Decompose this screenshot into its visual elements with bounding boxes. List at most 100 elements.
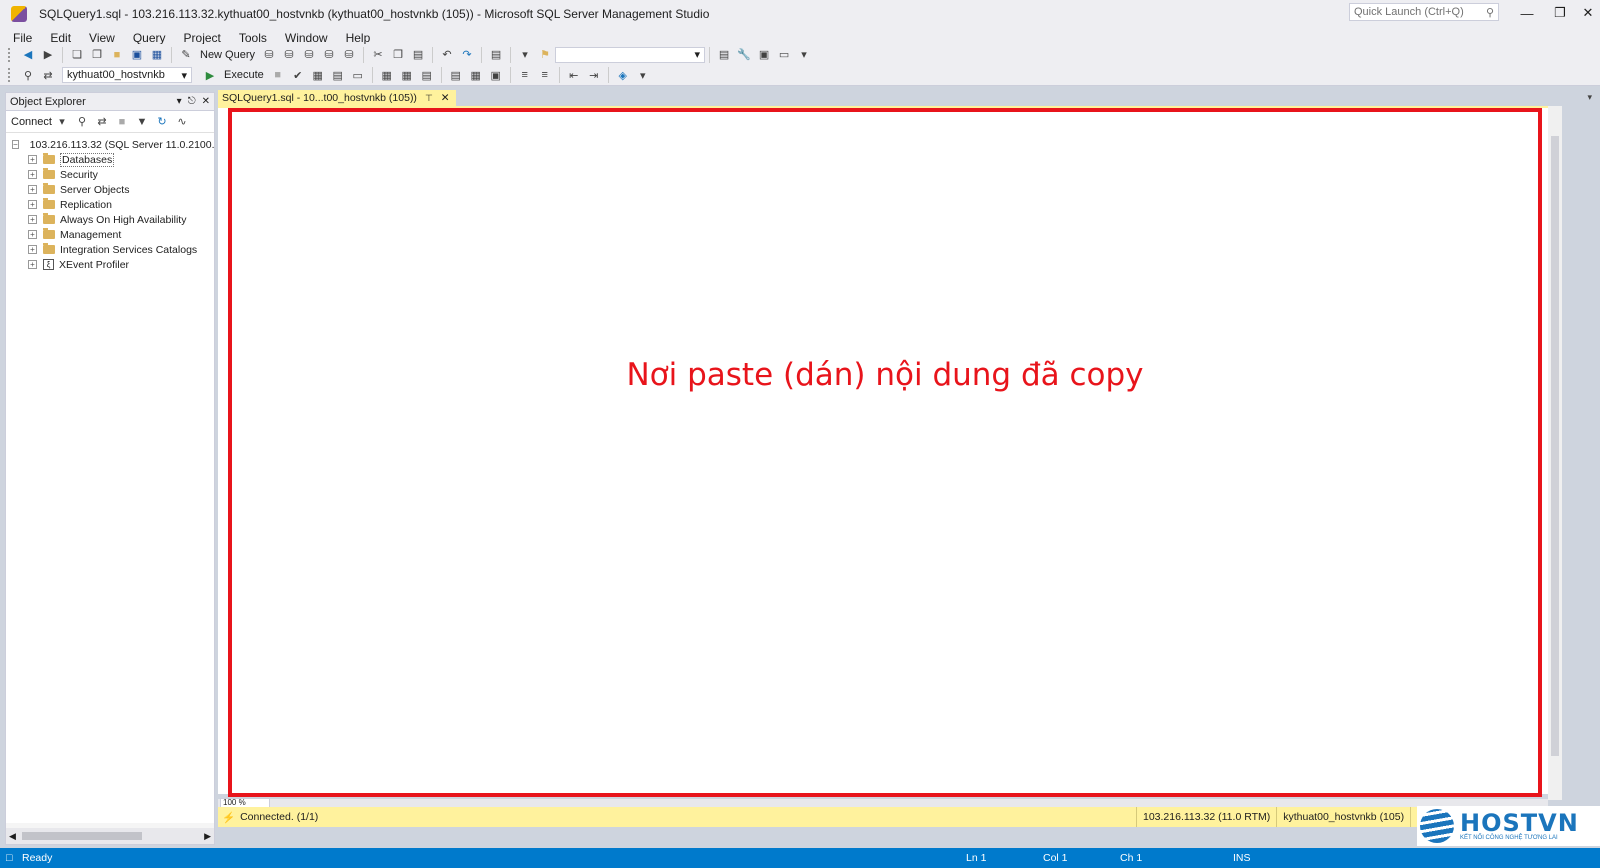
collapse-icon[interactable]: −	[12, 140, 19, 149]
add-item-icon[interactable]: ❐	[89, 47, 105, 63]
scrollbar-thumb[interactable]	[22, 832, 142, 840]
intellisense-icon[interactable]: ▭	[350, 67, 366, 83]
analysis-mdx-query-icon[interactable]: ⛁	[281, 47, 297, 63]
command-window-icon[interactable]: ▭	[776, 47, 792, 63]
new-query-icon[interactable]: ✎	[178, 47, 194, 63]
analysis-xmla-query-icon[interactable]: ⛁	[321, 47, 337, 63]
connect-icon[interactable]: ⚲	[20, 67, 36, 83]
toolbar-options-icon[interactable]: ▾	[796, 47, 812, 63]
tree-node-databases[interactable]: + Databases	[6, 152, 214, 167]
tree-node-xevent-profiler[interactable]: + ξ XEvent Profiler	[6, 257, 214, 272]
pin-icon[interactable]: ⎋	[188, 96, 196, 107]
tree-node-security[interactable]: + Security	[6, 167, 214, 182]
tree-node-replication[interactable]: + Replication	[6, 197, 214, 212]
stop-icon[interactable]: ■	[114, 114, 130, 130]
quick-launch-input[interactable]: Quick Launch (Ctrl+Q) ⚲	[1349, 3, 1499, 21]
refresh-icon[interactable]: ↻	[154, 114, 170, 130]
menu-edit[interactable]: Edit	[41, 31, 80, 45]
parse-icon[interactable]: ✔	[290, 67, 306, 83]
close-window-button[interactable]: ✕	[1576, 3, 1600, 23]
scrollbar-thumb[interactable]	[1551, 136, 1559, 756]
new-project-icon[interactable]: ❏	[69, 47, 85, 63]
save-icon[interactable]: ▣	[129, 47, 145, 63]
tab-sqlquery1[interactable]: SQLQuery1.sql - 10...t00_hostvnkb (105))…	[218, 90, 456, 106]
scroll-left-icon[interactable]: ◀	[9, 831, 16, 842]
available-databases-combo[interactable]: kythuat00_hostvnkb ▾	[62, 67, 192, 83]
copy-icon[interactable]: ❐	[390, 47, 406, 63]
paste-icon[interactable]: ▤	[410, 47, 426, 63]
forward-icon[interactable]: ▶	[40, 47, 56, 63]
object-explorer-hscrollbar[interactable]: ◀ ▶	[6, 828, 214, 844]
filter-icon[interactable]: ▼	[134, 114, 150, 130]
cancel-query-icon[interactable]: ■	[270, 67, 286, 83]
toolbar-grip[interactable]	[8, 47, 12, 62]
expand-icon[interactable]: +	[28, 245, 37, 254]
analysis-dax-query-icon[interactable]: ⛁	[341, 47, 357, 63]
results-to-grid-icon[interactable]: ▦	[468, 67, 484, 83]
tree-node-management[interactable]: + Management	[6, 227, 214, 242]
connect-icon[interactable]: ⚲	[74, 114, 90, 130]
decrease-indent-icon[interactable]: ⇤	[566, 67, 582, 83]
back-icon[interactable]: ◀	[20, 47, 36, 63]
uncomment-icon[interactable]: ≡	[537, 67, 553, 83]
redo-icon[interactable]: ↷	[459, 47, 475, 63]
tree-node-server-objects[interactable]: + Server Objects	[6, 182, 214, 197]
close-tab-icon[interactable]: ✕	[441, 92, 450, 104]
disconnect-icon[interactable]: ⇄	[94, 114, 110, 130]
minimize-button[interactable]: —	[1515, 3, 1539, 23]
chevron-down-icon[interactable]: ▾	[54, 114, 70, 130]
find-in-files-icon[interactable]: ⚑	[537, 47, 553, 63]
expand-icon[interactable]: +	[28, 260, 37, 269]
new-query-button[interactable]: New Query	[200, 49, 255, 61]
expand-icon[interactable]: +	[28, 230, 37, 239]
undo-icon[interactable]: ↶	[439, 47, 455, 63]
specify-template-values-icon[interactable]: ◈	[615, 67, 631, 83]
editor-vscrollbar[interactable]	[1548, 106, 1562, 800]
results-to-file-icon[interactable]: ▣	[488, 67, 504, 83]
query-designer-icon[interactable]: ▤	[330, 67, 346, 83]
expand-icon[interactable]: +	[28, 185, 37, 194]
include-actual-plan-icon[interactable]: ▦	[379, 67, 395, 83]
database-engine-query-icon[interactable]: ⛁	[261, 47, 277, 63]
menu-query[interactable]: Query	[124, 31, 175, 45]
properties-icon[interactable]: 🔧	[736, 47, 752, 63]
expand-icon[interactable]: +	[28, 170, 37, 179]
comment-icon[interactable]: ≡	[517, 67, 533, 83]
solution-explorer-icon[interactable]: ▤	[716, 47, 732, 63]
client-statistics-icon[interactable]: ▤	[419, 67, 435, 83]
increase-indent-icon[interactable]: ⇥	[586, 67, 602, 83]
expand-icon[interactable]: +	[28, 215, 37, 224]
analysis-dmx-query-icon[interactable]: ⛁	[301, 47, 317, 63]
menu-file[interactable]: File	[4, 31, 41, 45]
navigate-dropdown-icon[interactable]: ▾	[517, 47, 533, 63]
pin-icon[interactable]: ⊤	[425, 93, 433, 104]
toolbar-options-icon[interactable]: ▾	[635, 67, 651, 83]
window-position-icon[interactable]: ▾	[177, 96, 182, 107]
toolbox-icon[interactable]: ▣	[756, 47, 772, 63]
find-combo[interactable]: ▾	[555, 46, 706, 63]
tree-node-server[interactable]: − 103.216.113.32 (SQL Server 11.0.2100.6…	[6, 137, 214, 152]
menu-window[interactable]: Window	[276, 31, 337, 45]
tab-list-dropdown-icon[interactable]: ▾	[1587, 92, 1592, 103]
menu-view[interactable]: View	[80, 31, 124, 45]
change-connection-icon[interactable]: ⇄	[40, 67, 56, 83]
scroll-right-icon[interactable]: ▶	[204, 831, 211, 842]
execute-icon[interactable]: ▶	[202, 67, 218, 83]
tree-node-always-on[interactable]: + Always On High Availability	[6, 212, 214, 227]
expand-icon[interactable]: +	[28, 200, 37, 209]
connect-button[interactable]: Connect	[11, 116, 52, 128]
display-estimated-plan-icon[interactable]: ▦	[310, 67, 326, 83]
live-query-statistics-icon[interactable]: ▦	[399, 67, 415, 83]
expand-icon[interactable]: +	[28, 155, 37, 164]
close-icon[interactable]: ✕	[202, 96, 210, 107]
activity-monitor-icon[interactable]: ▤	[488, 47, 504, 63]
toolbar-grip[interactable]	[8, 68, 12, 82]
tree-node-integration-services[interactable]: + Integration Services Catalogs	[6, 242, 214, 257]
menu-project[interactable]: Project	[175, 31, 230, 45]
cut-icon[interactable]: ✂	[370, 47, 386, 63]
execute-button[interactable]: Execute	[224, 69, 264, 81]
open-file-icon[interactable]: ■	[109, 47, 125, 63]
activity-monitor-icon[interactable]: ∿	[174, 114, 190, 130]
save-all-icon[interactable]: ▦	[149, 47, 165, 63]
results-to-text-icon[interactable]: ▤	[448, 67, 464, 83]
